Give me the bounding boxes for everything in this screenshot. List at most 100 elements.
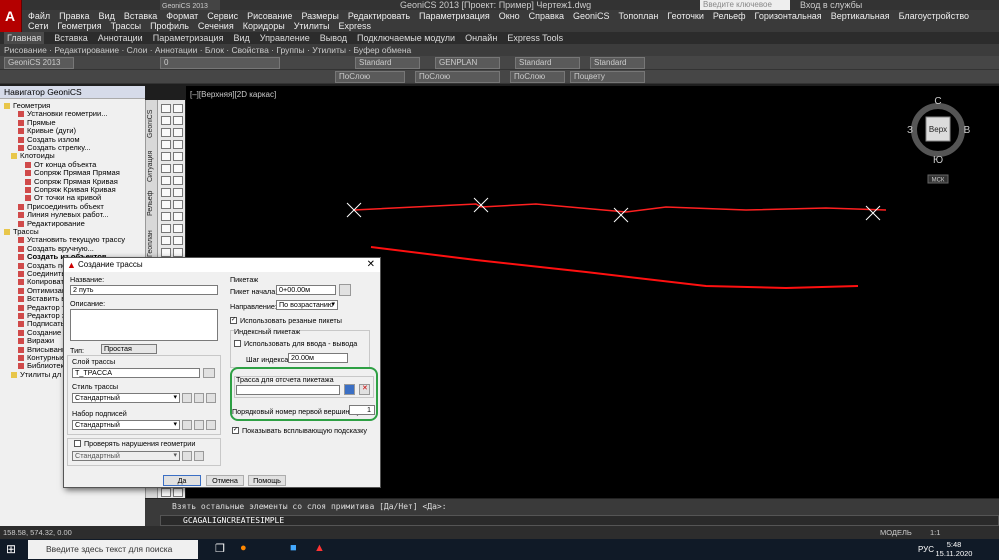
menu-item[interactable]: Рисование bbox=[247, 11, 292, 21]
menu-item[interactable]: Геометрия bbox=[57, 21, 101, 31]
draw-tool-button[interactable] bbox=[173, 236, 183, 245]
firefox-icon[interactable]: ● bbox=[240, 542, 247, 554]
menu-item[interactable]: Вставка bbox=[124, 11, 157, 21]
ribbon-tab[interactable]: Вывод bbox=[320, 32, 347, 44]
ribbon-tab[interactable]: Аннотации bbox=[98, 32, 143, 44]
draw-tool-button[interactable] bbox=[173, 104, 183, 113]
draw-tool-button[interactable] bbox=[161, 164, 171, 173]
menu-item[interactable]: Профиль bbox=[150, 21, 189, 31]
layer-pick-button[interactable] bbox=[203, 368, 215, 378]
alignment-upper[interactable] bbox=[353, 203, 887, 213]
taskbar-search-input[interactable]: Введите здесь текст для поиска bbox=[28, 540, 198, 559]
direction-dropdown[interactable]: По возрастанию bbox=[276, 300, 338, 310]
menu-item[interactable]: Express bbox=[338, 21, 371, 31]
lineweight-select[interactable]: ПоСлою bbox=[510, 71, 565, 83]
menu-item[interactable]: Геоточки bbox=[667, 11, 704, 21]
ribbon-tab[interactable]: Подключаемые модули bbox=[357, 32, 455, 44]
draw-tool-button[interactable] bbox=[173, 188, 183, 197]
labels-edit-button[interactable] bbox=[182, 420, 192, 430]
geometry-menu-button[interactable] bbox=[194, 451, 204, 461]
tablestyle-select[interactable]: Standard bbox=[515, 57, 580, 69]
menu-item[interactable]: Коридоры bbox=[243, 21, 285, 31]
menu-item[interactable]: Формат bbox=[166, 11, 198, 21]
layer-field[interactable]: T_TPACCA bbox=[72, 368, 200, 378]
help-button[interactable]: Помощь bbox=[248, 475, 286, 486]
menu-item[interactable]: Окно bbox=[499, 11, 520, 21]
menu-item[interactable]: Параметризация bbox=[419, 11, 490, 21]
draw-tool-button[interactable] bbox=[161, 236, 171, 245]
scale-readout[interactable]: 1:1 bbox=[930, 526, 940, 539]
ribbon-panels[interactable]: Рисование · Редактирование · Слои · Анно… bbox=[0, 44, 999, 56]
command-input[interactable]: GCAGALIGNCREATESIMPLE bbox=[160, 515, 999, 526]
draw-tool-button[interactable] bbox=[173, 128, 183, 137]
labels-menu-button[interactable] bbox=[194, 420, 204, 430]
menu-item[interactable]: Сечения bbox=[198, 21, 234, 31]
draw-tool-button[interactable] bbox=[173, 224, 183, 233]
picket-pick-button[interactable] bbox=[339, 284, 351, 296]
ribbon-tab[interactable]: Онлайн bbox=[465, 32, 497, 44]
draw-tool-button[interactable] bbox=[161, 128, 171, 137]
ribbon-tab[interactable]: Вставка bbox=[54, 32, 87, 44]
linetype-select[interactable]: ПоСлою bbox=[415, 71, 500, 83]
menu-item[interactable]: Благоустройство bbox=[899, 11, 969, 21]
ribbon-tab[interactable]: Главная bbox=[4, 32, 45, 44]
ok-button[interactable]: Да bbox=[163, 475, 201, 486]
textstyle-select[interactable]: Standard bbox=[355, 57, 420, 69]
draw-tool-button[interactable] bbox=[161, 104, 171, 113]
menu-item[interactable]: Утилиты bbox=[294, 21, 330, 31]
menu-item[interactable]: Топоплан bbox=[619, 11, 659, 21]
menu-item[interactable]: Вертикальная bbox=[831, 11, 890, 21]
menu-item[interactable]: Рельеф bbox=[713, 11, 746, 21]
side-tab-situation[interactable]: Ситуация bbox=[147, 146, 157, 186]
menu-item[interactable]: Горизонтальная bbox=[755, 11, 822, 21]
geonics-taskbar-icon[interactable]: ▲ bbox=[314, 542, 325, 554]
draw-tool-button[interactable] bbox=[161, 188, 171, 197]
draw-tool-button[interactable] bbox=[161, 248, 171, 257]
menu-item[interactable]: Справка bbox=[529, 11, 564, 21]
language-indicator[interactable]: РУС bbox=[918, 545, 934, 554]
app-icon[interactable]: ■ bbox=[290, 542, 297, 554]
ribbon-tab[interactable]: Управление bbox=[260, 32, 310, 44]
plotstyle-select[interactable]: Поцвету bbox=[570, 71, 645, 83]
draw-tool-button[interactable] bbox=[173, 248, 183, 257]
menu-item[interactable]: Сети bbox=[28, 21, 48, 31]
draw-tool-button[interactable] bbox=[173, 140, 183, 149]
description-field[interactable] bbox=[70, 309, 218, 341]
draw-tool-button[interactable] bbox=[161, 140, 171, 149]
use-io-checkbox[interactable] bbox=[234, 340, 241, 347]
labels-preview-button[interactable] bbox=[206, 420, 216, 430]
application-menu-button[interactable]: A bbox=[0, 0, 22, 32]
style-dropdown[interactable]: Стандартный bbox=[72, 393, 180, 403]
side-tab-relief[interactable]: Рельеф bbox=[147, 188, 157, 218]
draw-tool-button[interactable] bbox=[173, 164, 183, 173]
side-tab-geonics[interactable]: GeoniCS bbox=[147, 104, 157, 144]
model-tab[interactable]: МОДЕЛЬ bbox=[880, 526, 912, 539]
draw-tool-button[interactable] bbox=[161, 200, 171, 209]
cancel-button[interactable]: Отмена bbox=[206, 475, 244, 486]
ribbon-tab[interactable]: Вид bbox=[233, 32, 249, 44]
menu-item[interactable]: Файл bbox=[28, 11, 50, 21]
dimstyle-select[interactable]: GENPLAN bbox=[435, 57, 500, 69]
draw-tool-button[interactable] bbox=[161, 224, 171, 233]
source-polyline[interactable] bbox=[370, 246, 859, 290]
viewport-label[interactable]: [–][Верхняя][2D каркас] bbox=[190, 90, 276, 99]
draw-tool-button[interactable] bbox=[173, 176, 183, 185]
sign-in-link[interactable]: Вход в службы bbox=[800, 0, 862, 10]
draw-tool-button[interactable] bbox=[173, 200, 183, 209]
help-search-input[interactable]: Введите ключевое слово/фразу bbox=[700, 0, 790, 18]
menu-item[interactable]: Сервис bbox=[207, 11, 238, 21]
draw-tool-button[interactable] bbox=[173, 152, 183, 161]
menu-item[interactable]: GeoniCS bbox=[573, 11, 610, 21]
use-cut-pickets-checkbox[interactable]: ✓ bbox=[230, 317, 237, 324]
windows-start-icon[interactable]: ⊞ bbox=[6, 542, 16, 556]
draw-tool-button[interactable] bbox=[173, 116, 183, 125]
menu-item[interactable]: Трассы bbox=[111, 21, 141, 31]
menu-item[interactable]: Вид bbox=[99, 11, 115, 21]
show-tooltip-checkbox[interactable]: ✓ bbox=[232, 427, 239, 434]
geometry-edit-button[interactable] bbox=[182, 451, 192, 461]
taskview-icon[interactable]: ❐ bbox=[215, 542, 225, 555]
style-preview-button[interactable] bbox=[206, 393, 216, 403]
ribbon-tab[interactable]: Express Tools bbox=[507, 32, 563, 44]
check-geometry-dropdown[interactable]: Стандартный bbox=[72, 451, 180, 461]
style-edit-button[interactable] bbox=[182, 393, 192, 403]
